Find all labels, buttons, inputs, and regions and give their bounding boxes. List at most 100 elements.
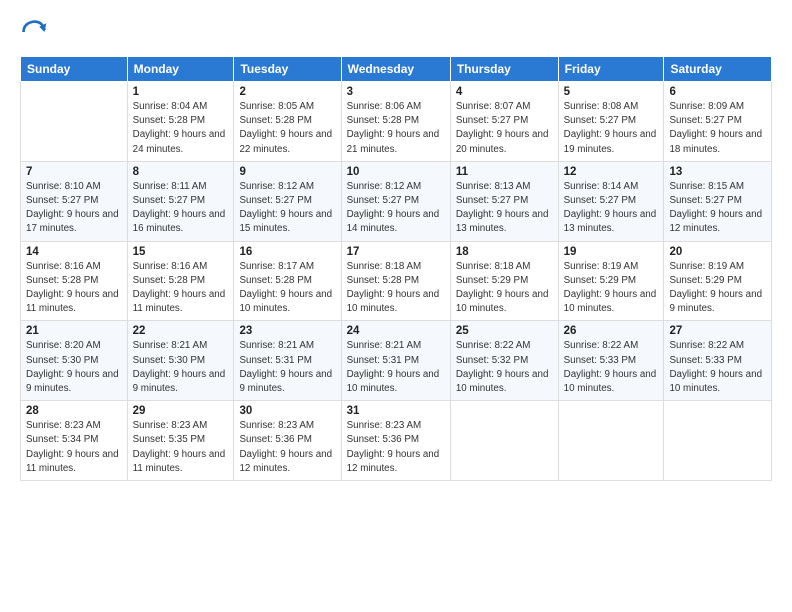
calendar-cell: 19Sunrise: 8:19 AMSunset: 5:29 PMDayligh… — [558, 241, 664, 321]
calendar-cell — [558, 401, 664, 481]
calendar-cell: 1 Sunrise: 8:04 AMSunset: 5:28 PMDaylight… — [127, 82, 234, 162]
calendar-cell: 18 Sunrise: 8:18 AMSunset: 5:29 PMDayligh… — [450, 241, 558, 321]
calendar-cell — [21, 82, 128, 162]
day-number: 8 — [133, 166, 229, 178]
calendar-cell: 12 Sunrise: 8:14 AMSunset: 5:27 PMDayligh… — [558, 161, 664, 241]
day-number: 1 — [133, 86, 229, 98]
day-number: 3 — [347, 86, 445, 98]
day-number: 22 — [133, 325, 229, 337]
logo — [20, 18, 52, 46]
calendar-cell: 23 Sunrise: 8:21 AMSunset: 5:31 PMDayligh… — [234, 321, 341, 401]
calendar-cell: 20 Sunrise: 8:19 AMSunset: 5:29 PMDayligh… — [664, 241, 772, 321]
day-number: 29 — [133, 405, 229, 417]
day-number: 14 — [26, 246, 122, 258]
day-number: 28 — [26, 405, 122, 417]
day-number: 13 — [669, 166, 766, 178]
day-number: 2 — [239, 86, 335, 98]
calendar-cell: 25 Sunrise: 8:22 AMSunset: 5:32 PMDayligh… — [450, 321, 558, 401]
logo-icon — [20, 18, 48, 46]
day-info: Sunrise: 8:18 AMSunset: 5:29 PMDaylight:… — [456, 260, 553, 317]
day-info: Sunrise: 8:09 AMSunset: 5:27 PMDaylight:… — [669, 100, 766, 157]
day-number: 15 — [133, 246, 229, 258]
weekday-header-row: SundayMondayTuesdayWednesdayThursdayFrid… — [21, 57, 772, 82]
calendar: SundayMondayTuesdayWednesdayThursdayFrid… — [20, 56, 772, 481]
calendar-cell: 4Sunrise: 8:07 AMSunset: 5:27 PMDaylight… — [450, 82, 558, 162]
day-number: 20 — [669, 246, 766, 258]
weekday-wednesday: Wednesday — [341, 57, 450, 82]
day-number: 16 — [239, 246, 335, 258]
calendar-cell: 14 Sunrise: 8:16 AMSunset: 5:28 PMDayligh… — [21, 241, 128, 321]
calendar-cell: 5Sunrise: 8:08 AMSunset: 5:27 PMDaylight… — [558, 82, 664, 162]
week-row-4: 21 Sunrise: 8:20 AMSunset: 5:30 PMDayligh… — [21, 321, 772, 401]
day-info: Sunrise: 8:22 AMSunset: 5:32 PMDaylight:… — [456, 339, 553, 396]
day-number: 11 — [456, 166, 553, 178]
weekday-saturday: Saturday — [664, 57, 772, 82]
calendar-cell: 15 Sunrise: 8:16 AMSunset: 5:28 PMDayligh… — [127, 241, 234, 321]
day-info: Sunrise: 8:20 AMSunset: 5:30 PMDaylight:… — [26, 339, 122, 396]
calendar-cell: 17 Sunrise: 8:18 AMSunset: 5:28 PMDayligh… — [341, 241, 450, 321]
day-info: Sunrise: 8:23 AMSunset: 5:36 PMDaylight:… — [347, 419, 445, 476]
weekday-monday: Monday — [127, 57, 234, 82]
day-info: Sunrise: 8:07 AMSunset: 5:27 PMDaylight:… — [456, 100, 553, 157]
day-info: Sunrise: 8:21 AMSunset: 5:30 PMDaylight:… — [133, 339, 229, 396]
week-row-5: 28 Sunrise: 8:23 AMSunset: 5:34 PMDayligh… — [21, 401, 772, 481]
day-number: 24 — [347, 325, 445, 337]
day-number: 30 — [239, 405, 335, 417]
day-info: Sunrise: 8:16 AMSunset: 5:28 PMDaylight:… — [26, 260, 122, 317]
day-number: 27 — [669, 325, 766, 337]
day-info: Sunrise: 8:19 AMSunset: 5:29 PMDaylight:… — [669, 260, 766, 317]
calendar-cell: 28 Sunrise: 8:23 AMSunset: 5:34 PMDayligh… — [21, 401, 128, 481]
calendar-cell: 10 Sunrise: 8:12 AMSunset: 5:27 PMDayligh… — [341, 161, 450, 241]
day-info: Sunrise: 8:04 AMSunset: 5:28 PMDaylight:… — [133, 100, 229, 157]
day-number: 26 — [564, 325, 659, 337]
calendar-cell: 16 Sunrise: 8:17 AMSunset: 5:28 PMDayligh… — [234, 241, 341, 321]
day-info: Sunrise: 8:17 AMSunset: 5:28 PMDaylight:… — [239, 260, 335, 317]
calendar-cell: 8Sunrise: 8:11 AMSunset: 5:27 PMDaylight… — [127, 161, 234, 241]
day-number: 9 — [239, 166, 335, 178]
week-row-2: 7 Sunrise: 8:10 AMSunset: 5:27 PMDaylight… — [21, 161, 772, 241]
day-number: 10 — [347, 166, 445, 178]
calendar-cell — [664, 401, 772, 481]
calendar-cell: 13Sunrise: 8:15 AMSunset: 5:27 PMDayligh… — [664, 161, 772, 241]
calendar-cell: 22 Sunrise: 8:21 AMSunset: 5:30 PMDayligh… — [127, 321, 234, 401]
weekday-friday: Friday — [558, 57, 664, 82]
day-info: Sunrise: 8:16 AMSunset: 5:28 PMDaylight:… — [133, 260, 229, 317]
day-info: Sunrise: 8:22 AMSunset: 5:33 PMDaylight:… — [564, 339, 659, 396]
day-number: 23 — [239, 325, 335, 337]
calendar-cell: 7 Sunrise: 8:10 AMSunset: 5:27 PMDaylight… — [21, 161, 128, 241]
day-number: 7 — [26, 166, 122, 178]
day-number: 12 — [564, 166, 659, 178]
day-info: Sunrise: 8:18 AMSunset: 5:28 PMDaylight:… — [347, 260, 445, 317]
day-info: Sunrise: 8:10 AMSunset: 5:27 PMDaylight:… — [26, 180, 122, 237]
day-info: Sunrise: 8:21 AMSunset: 5:31 PMDaylight:… — [239, 339, 335, 396]
day-info: Sunrise: 8:12 AMSunset: 5:27 PMDaylight:… — [347, 180, 445, 237]
day-number: 21 — [26, 325, 122, 337]
day-number: 18 — [456, 246, 553, 258]
day-info: Sunrise: 8:22 AMSunset: 5:33 PMDaylight:… — [669, 339, 766, 396]
day-info: Sunrise: 8:19 AMSunset: 5:29 PMDaylight:… — [564, 260, 659, 317]
calendar-cell: 21 Sunrise: 8:20 AMSunset: 5:30 PMDayligh… — [21, 321, 128, 401]
day-info: Sunrise: 8:14 AMSunset: 5:27 PMDaylight:… — [564, 180, 659, 237]
weekday-tuesday: Tuesday — [234, 57, 341, 82]
calendar-cell: 3Sunrise: 8:06 AMSunset: 5:28 PMDaylight… — [341, 82, 450, 162]
calendar-cell: 24 Sunrise: 8:21 AMSunset: 5:31 PMDayligh… — [341, 321, 450, 401]
calendar-cell: 27 Sunrise: 8:22 AMSunset: 5:33 PMDayligh… — [664, 321, 772, 401]
calendar-cell: 6Sunrise: 8:09 AMSunset: 5:27 PMDaylight… — [664, 82, 772, 162]
day-info: Sunrise: 8:12 AMSunset: 5:27 PMDaylight:… — [239, 180, 335, 237]
calendar-cell: 26 Sunrise: 8:22 AMSunset: 5:33 PMDayligh… — [558, 321, 664, 401]
calendar-cell: 31 Sunrise: 8:23 AMSunset: 5:36 PMDayligh… — [341, 401, 450, 481]
week-row-1: 1 Sunrise: 8:04 AMSunset: 5:28 PMDaylight… — [21, 82, 772, 162]
calendar-cell: 11Sunrise: 8:13 AMSunset: 5:27 PMDayligh… — [450, 161, 558, 241]
weekday-thursday: Thursday — [450, 57, 558, 82]
day-info: Sunrise: 8:21 AMSunset: 5:31 PMDaylight:… — [347, 339, 445, 396]
calendar-cell: 29Sunrise: 8:23 AMSunset: 5:35 PMDayligh… — [127, 401, 234, 481]
day-number: 25 — [456, 325, 553, 337]
calendar-cell: 9 Sunrise: 8:12 AMSunset: 5:27 PMDaylight… — [234, 161, 341, 241]
day-info: Sunrise: 8:05 AMSunset: 5:28 PMDaylight:… — [239, 100, 335, 157]
header — [20, 18, 772, 46]
day-info: Sunrise: 8:08 AMSunset: 5:27 PMDaylight:… — [564, 100, 659, 157]
weekday-sunday: Sunday — [21, 57, 128, 82]
day-number: 31 — [347, 405, 445, 417]
day-number: 17 — [347, 246, 445, 258]
day-info: Sunrise: 8:23 AMSunset: 5:34 PMDaylight:… — [26, 419, 122, 476]
